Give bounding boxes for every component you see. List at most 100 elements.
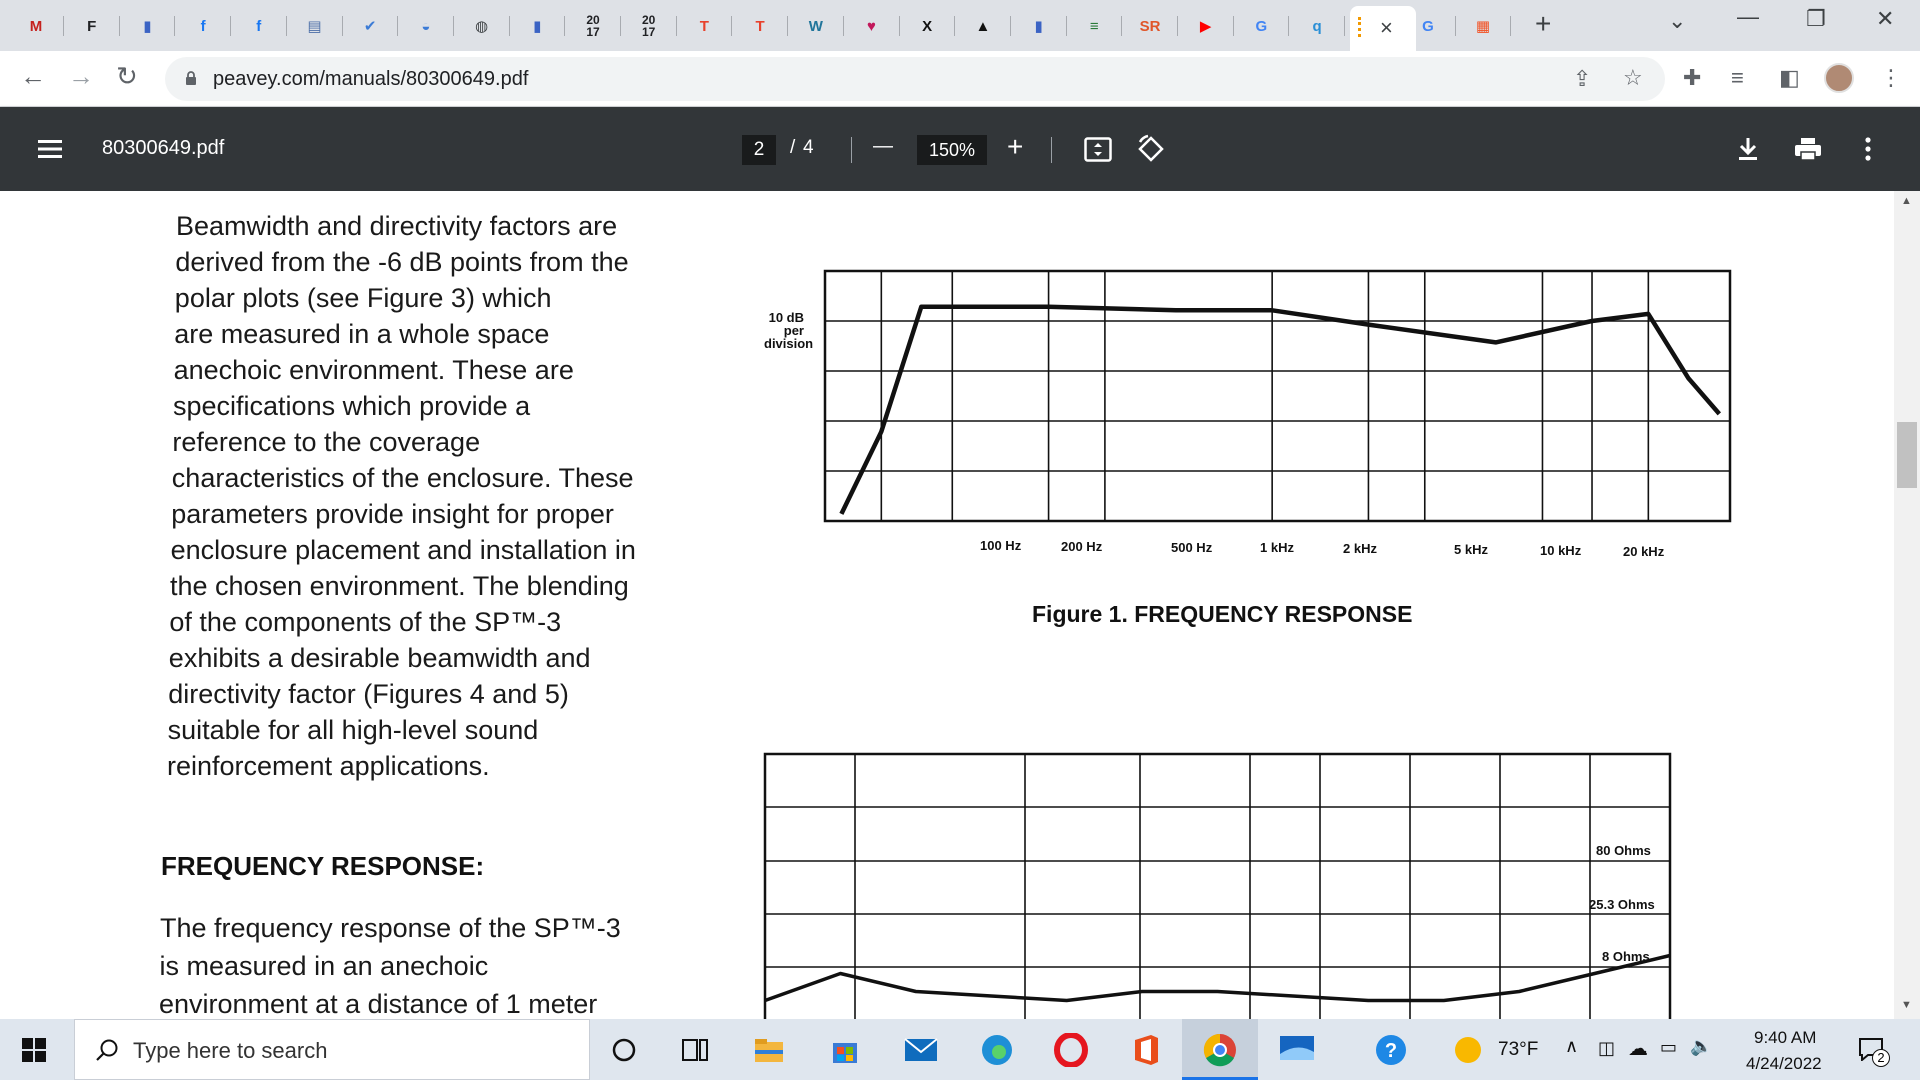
tab-tab-sr-icon[interactable]: SR — [1136, 12, 1178, 40]
tab-google-1-icon[interactable]: G — [1247, 12, 1290, 40]
tray-chevron-icon[interactable]: ∧ — [1565, 1036, 1578, 1057]
weather-icon[interactable] — [1455, 1037, 1481, 1063]
x-tick-label: 5 kHz — [1454, 542, 1488, 557]
clock-time[interactable]: 9:40 AM — [1754, 1028, 1816, 1048]
download-icon[interactable] — [1736, 136, 1760, 162]
tab-wordpress-icon[interactable]: W — [802, 12, 844, 40]
file-explorer-icon[interactable] — [750, 1031, 788, 1069]
tab-microsoft-icon[interactable]: ▦ — [1469, 12, 1511, 40]
tab-tab-10-icon[interactable]: ▮ — [523, 12, 566, 40]
tab-tab-13-icon[interactable]: ≡ — [1080, 12, 1123, 40]
tab-tab-t-2-icon[interactable]: T — [746, 12, 789, 40]
scrollbar-thumb[interactable] — [1897, 422, 1917, 488]
help-icon[interactable]: ? — [1372, 1031, 1410, 1069]
body-line: reinforcement applications. — [167, 751, 490, 781]
zoom-out-button[interactable]: — — [873, 135, 893, 158]
vertical-scrollbar[interactable]: ▲ ▼ — [1894, 191, 1920, 1019]
x-tick-label: 500 Hz — [1171, 539, 1213, 555]
label-25-ohms: 25.3 Ohms — [1589, 897, 1655, 912]
tab-tab-6-icon[interactable]: ▤ — [301, 12, 343, 40]
tab-facebook-1-icon[interactable]: f — [189, 12, 232, 40]
volume-icon[interactable]: 🔈 — [1690, 1036, 1712, 1057]
frequency-response-heading: FREQUENCY RESPONSE: — [161, 851, 485, 881]
forward-icon[interactable]: → — [68, 61, 94, 92]
minimize-button[interactable]: — — [1737, 4, 1759, 30]
windows-start-icon[interactable] — [22, 1038, 46, 1062]
restore-button[interactable]: ❐ — [1806, 6, 1826, 32]
clock-date[interactable]: 4/24/2022 — [1746, 1054, 1822, 1074]
tab-tab-9-icon[interactable]: ◍ — [468, 12, 510, 40]
onedrive-icon[interactable]: ☁ — [1628, 1036, 1648, 1061]
tab-tab-2017-a-icon[interactable]: 20 17 — [579, 12, 621, 40]
tab-tab-2017-b-icon[interactable]: 20 17 — [635, 12, 677, 40]
browser-toolbar: ← → ↻ peavey.com/manuals/80300649.pdf ⇪ … — [0, 51, 1920, 107]
tab-youtube-icon[interactable]: ▶ — [1192, 12, 1234, 40]
office-icon[interactable] — [1127, 1031, 1165, 1069]
rotate-icon[interactable] — [1136, 134, 1166, 164]
tab-facebook-2-icon[interactable]: f — [245, 12, 287, 40]
active-tab[interactable]: × — [1350, 6, 1416, 51]
tab-tab-2-icon[interactable]: F — [78, 12, 120, 40]
new-tab-button[interactable]: + — [1535, 8, 1551, 40]
close-tab-icon[interactable]: × — [1380, 15, 1393, 41]
tab-google-2-icon[interactable]: G — [1414, 12, 1456, 40]
tab-tab-12-icon[interactable]: ▮ — [1025, 12, 1067, 40]
tab-tab-7-icon[interactable]: ✔ — [356, 12, 399, 40]
tab-strip: M F ▮ f f ▤ ✔ ◒ ◍ ▮ 20 17 20 17 T T W ♥ X ▲ ▮ ≡ SR ▶ Gq × G ▦ +… — [0, 0, 1920, 51]
tab-search-icon[interactable]: ⌄ — [1668, 8, 1686, 34]
remote-desktop-icon[interactable] — [1278, 1031, 1316, 1069]
print-icon[interactable] — [1794, 137, 1822, 161]
taskbar-search[interactable]: Type here to search — [74, 1019, 590, 1080]
body-line: anechoic environment. These are — [173, 355, 574, 385]
pdf-more-icon[interactable] — [1864, 136, 1872, 162]
mail-icon[interactable] — [902, 1031, 940, 1069]
body-line: of the components of the SP™-3 — [169, 607, 562, 637]
tab-tab-triangle-icon[interactable]: ▲ — [969, 12, 1011, 40]
scroll-up-icon[interactable]: ▲ — [1901, 195, 1912, 207]
tab-tab-t-1-icon[interactable]: T — [690, 12, 733, 40]
zoom-input[interactable]: 150% — [917, 135, 987, 165]
figure-1-caption: Figure 1. FREQUENCY RESPONSE — [1032, 601, 1413, 627]
bookmark-star-icon[interactable]: ☆ — [1623, 65, 1643, 91]
task-view-icon[interactable] — [676, 1031, 714, 1069]
pdf-menu-icon[interactable] — [38, 139, 62, 159]
body-line: derived from the -6 dB points from the — [175, 247, 629, 277]
side-panel-icon[interactable]: ◧ — [1779, 65, 1800, 91]
zoom-in-button[interactable]: + — [1007, 131, 1023, 163]
fit-page-icon[interactable] — [1084, 137, 1112, 163]
chrome-taskbar-active[interactable] — [1182, 1019, 1258, 1080]
page-separator: / — [790, 137, 796, 158]
scroll-down-icon[interactable]: ▼ — [1901, 999, 1912, 1011]
cortana-icon[interactable] — [605, 1031, 643, 1069]
profile-avatar[interactable] — [1824, 63, 1854, 93]
toolbar-divider — [851, 137, 852, 163]
body-line: The frequency response of the SP™-3 — [160, 913, 621, 943]
url-text[interactable]: peavey.com/manuals/80300649.pdf — [213, 68, 528, 91]
weather-temp[interactable]: 73°F — [1498, 1039, 1538, 1061]
microsoft-store-icon[interactable] — [826, 1031, 864, 1069]
address-bar[interactable]: peavey.com/manuals/80300649.pdf ⇪ ☆ — [165, 57, 1665, 101]
chrome-icon — [1203, 1033, 1236, 1067]
tab-tab-heart-icon[interactable]: ♥ — [858, 12, 900, 40]
chrome-menu-icon[interactable]: ⋮ — [1880, 65, 1902, 91]
meet-now-icon[interactable]: ◫ — [1598, 1038, 1615, 1059]
share-icon[interactable]: ⇪ — [1573, 66, 1591, 92]
tab-tab-x-icon[interactable]: X — [913, 12, 956, 40]
page-number-input[interactable]: 2 — [742, 135, 776, 165]
taskbar: Type here to search ? 73°F ∧ ◫ ☁ ▭ 🔈 9:4… — [0, 1019, 1920, 1080]
pdf-page: Beamwidth and directivity factors are der… — [0, 191, 1894, 1019]
extensions-icon[interactable]: ✚ — [1683, 65, 1701, 91]
label-80-ohms: 80 Ohms — [1596, 843, 1651, 858]
edge-icon[interactable] — [978, 1031, 1016, 1069]
tab-gmail-icon[interactable]: M — [22, 12, 64, 40]
reload-icon[interactable]: ↻ — [116, 61, 138, 92]
close-window-button[interactable]: ✕ — [1876, 6, 1894, 32]
x-tick-label: 2 kHz — [1343, 541, 1377, 557]
tab-tab-8-icon[interactable]: ◒ — [412, 12, 454, 40]
back-icon[interactable]: ← — [20, 61, 46, 92]
tab-tab-q-icon[interactable]: q — [1303, 12, 1346, 40]
tab-tab-3-icon[interactable]: ▮ — [133, 12, 176, 40]
network-icon[interactable]: ▭ — [1660, 1037, 1677, 1058]
reading-list-icon[interactable]: ≡ — [1731, 65, 1744, 91]
opera-icon[interactable] — [1052, 1031, 1090, 1069]
